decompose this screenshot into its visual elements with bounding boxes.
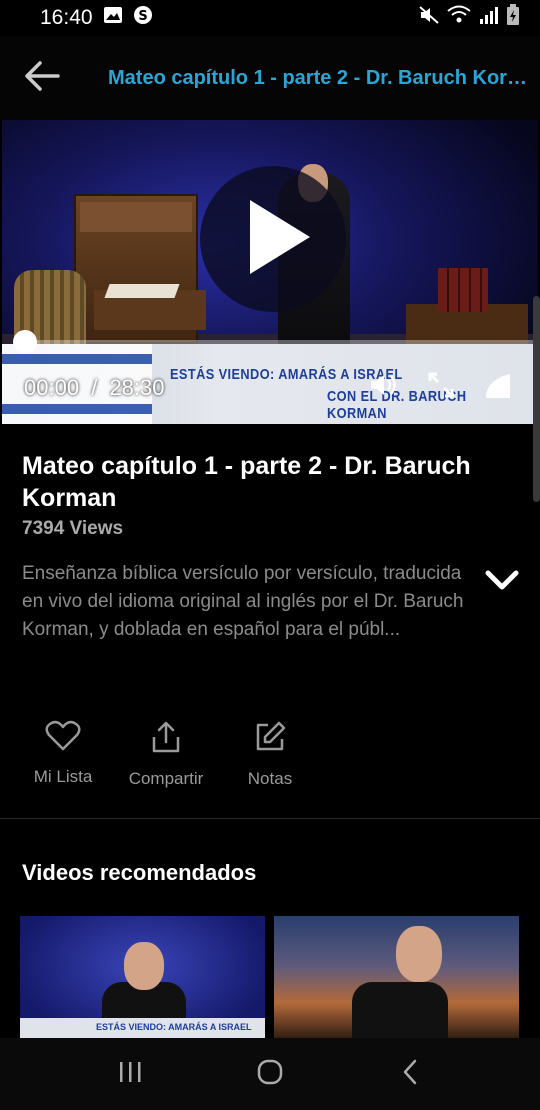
system-navigation-bar bbox=[0, 1038, 540, 1110]
notes-label: Notas bbox=[247, 769, 293, 788]
back-button[interactable] bbox=[0, 36, 84, 120]
scroll-indicator[interactable] bbox=[533, 296, 540, 502]
app-bar: Mateo capítulo 1 - parte 2 - Dr. Baruch … bbox=[0, 36, 540, 120]
video-title: Mateo capítulo 1 - parte 2 - Dr. Baruch … bbox=[22, 452, 471, 512]
duration: 28:30 bbox=[109, 375, 165, 400]
video-description: Enseñanza bíblica versículo por versícul… bbox=[22, 563, 464, 640]
time-display: 00:00 / 28:30 bbox=[24, 375, 165, 401]
heart-icon bbox=[45, 720, 81, 757]
section-divider bbox=[0, 818, 540, 819]
progress-scrubber[interactable] bbox=[13, 330, 37, 354]
status-time: 16:40 bbox=[40, 6, 93, 29]
recent-apps-button[interactable] bbox=[100, 1044, 160, 1104]
mute-icon bbox=[418, 5, 440, 31]
play-button[interactable] bbox=[200, 166, 346, 312]
edit-icon bbox=[253, 720, 287, 759]
progress-bar[interactable] bbox=[24, 340, 536, 344]
home-button[interactable] bbox=[240, 1044, 300, 1104]
notes-button[interactable]: Notas bbox=[215, 720, 325, 789]
thumbnail-banner-text: ESTÁS VIENDO: AMARÁS A ISRAEL bbox=[96, 1022, 252, 1032]
recommended-title: Videos recomendados bbox=[22, 860, 257, 885]
recommended-video-thumbnail[interactable]: ESTÁS VIENDO: AMARÁS A ISRAEL bbox=[20, 916, 265, 1040]
skype-icon: S bbox=[133, 5, 153, 31]
share-icon bbox=[150, 720, 182, 759]
video-frame-cabinet-top bbox=[80, 202, 192, 232]
chevron-down-icon bbox=[485, 569, 519, 596]
expand-description-button[interactable] bbox=[482, 562, 522, 602]
my-list-button[interactable]: Mi Lista bbox=[8, 720, 118, 787]
volume-icon bbox=[368, 371, 398, 404]
action-row: Mi Lista Compartir Notas bbox=[0, 720, 540, 790]
thumbnail-speaker-body bbox=[352, 982, 448, 1040]
home-icon bbox=[256, 1058, 284, 1091]
video-player[interactable]: ESTÁS VIENDO: AMARÁS A ISRAEL CON EL DR.… bbox=[2, 120, 538, 424]
share-label: Compartir bbox=[128, 769, 204, 788]
recent-apps-icon bbox=[117, 1060, 143, 1089]
fullscreen-button[interactable] bbox=[424, 370, 458, 404]
wifi-icon bbox=[446, 5, 472, 31]
video-frame-books bbox=[438, 268, 488, 312]
play-icon bbox=[228, 192, 318, 287]
share-button[interactable]: Compartir bbox=[111, 720, 221, 789]
battery-charging-icon bbox=[506, 4, 520, 32]
fullscreen-icon bbox=[426, 370, 456, 405]
video-frame-book bbox=[104, 284, 180, 298]
thumbnail-speaker-head bbox=[124, 942, 164, 990]
current-time: 00:00 bbox=[24, 375, 80, 400]
app-bar-title: Mateo capítulo 1 - parte 2 - Dr. Baruch … bbox=[108, 66, 538, 89]
view-count: 7394 Views bbox=[22, 518, 124, 539]
cast-icon bbox=[482, 370, 512, 405]
time-separator: / bbox=[91, 375, 98, 400]
my-list-label: Mi Lista bbox=[33, 767, 93, 786]
chevron-left-icon bbox=[400, 1058, 420, 1091]
arrow-left-icon bbox=[24, 60, 60, 96]
gallery-icon bbox=[103, 6, 123, 30]
signal-icon bbox=[478, 5, 500, 31]
thumbnail-speaker-head bbox=[396, 926, 442, 982]
cast-button[interactable] bbox=[480, 370, 514, 404]
volume-button[interactable] bbox=[366, 370, 400, 404]
svg-text:S: S bbox=[138, 9, 147, 24]
system-back-button[interactable] bbox=[380, 1044, 440, 1104]
status-bar: 16:40 S bbox=[0, 0, 540, 36]
recommended-video-thumbnail[interactable] bbox=[274, 916, 519, 1040]
